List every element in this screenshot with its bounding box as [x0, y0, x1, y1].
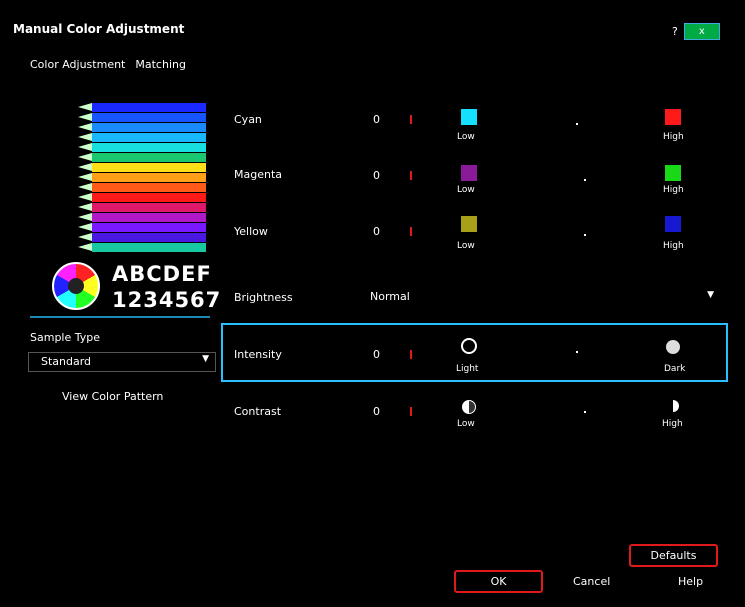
sample-preview-image [78, 101, 210, 261]
tab-color-adjustment[interactable]: Color Adjustment [30, 58, 125, 71]
magenta-label: Magenta [234, 168, 283, 181]
contrast-high-label: High [662, 419, 683, 429]
chevron-down-icon: ▼ [707, 290, 714, 300]
cyan-label: Cyan [234, 113, 262, 126]
pencil-image [78, 243, 206, 252]
cyan-slider-thumb[interactable] [576, 123, 578, 125]
pencil-image [78, 113, 206, 122]
ok-button[interactable]: OK [454, 570, 543, 593]
dark-circle-icon [666, 340, 680, 354]
brightness-label: Brightness [234, 291, 293, 304]
tab-bar: Color Adjustment Matching [30, 58, 186, 71]
pencil-image [78, 203, 206, 212]
pencil-image [78, 173, 206, 182]
color-wheel-icon [52, 262, 100, 310]
pencil-image [78, 233, 206, 242]
cyan-high-label: High [663, 132, 684, 142]
pencil-image [78, 183, 206, 192]
cancel-button[interactable]: Cancel [573, 575, 610, 588]
contrast-slider-thumb[interactable] [584, 411, 586, 413]
contrast-label: Contrast [234, 405, 282, 418]
pencil-image [78, 103, 206, 112]
yellow-slider-thumb[interactable] [584, 234, 586, 236]
intensity-slider-thumb[interactable] [576, 351, 578, 353]
cyan-low-swatch [461, 109, 477, 125]
intensity-label: Intensity [234, 348, 282, 361]
sample-type-value: Standard [41, 355, 92, 368]
cyan-high-swatch [665, 109, 681, 125]
view-color-pattern-button[interactable]: View Color Pattern [62, 390, 163, 403]
sample-text-letters: ABCDEF [112, 262, 212, 286]
sample-text-numbers: 1234567 [112, 288, 222, 312]
yellow-high-label: High [663, 241, 684, 251]
help-button[interactable]: Help [678, 575, 703, 588]
pencil-image [78, 123, 206, 132]
sample-divider [30, 316, 210, 318]
yellow-low-label: Low [457, 241, 475, 251]
yellow-label: Yellow [234, 225, 268, 238]
pencil-image [78, 143, 206, 152]
pencil-image [78, 153, 206, 162]
intensity-low-label: Light [456, 364, 479, 374]
sample-type-select[interactable]: Standard ▼ [28, 352, 216, 372]
magenta-spin-icon[interactable] [410, 171, 412, 180]
intensity-value[interactable]: 0 [373, 348, 380, 361]
cyan-spin-icon[interactable] [410, 115, 412, 124]
yellow-spin-icon[interactable] [410, 227, 412, 236]
pencil-image [78, 223, 206, 232]
magenta-low-label: Low [457, 185, 475, 195]
yellow-high-swatch [665, 216, 681, 232]
contrast-low-label: Low [457, 419, 475, 429]
contrast-value[interactable]: 0 [373, 405, 380, 418]
magenta-high-label: High [663, 185, 684, 195]
magenta-value[interactable]: 0 [373, 169, 380, 182]
brightness-select[interactable]: Normal ▼ [370, 290, 718, 306]
pencil-image [78, 193, 206, 202]
sample-type-label: Sample Type [30, 331, 101, 344]
pencil-image [78, 213, 206, 222]
magenta-low-swatch [461, 165, 477, 181]
close-icon: x [698, 26, 705, 37]
pencil-image [78, 163, 206, 172]
magenta-slider-thumb[interactable] [584, 179, 586, 181]
close-button[interactable]: x [683, 23, 720, 40]
contrast-high-icon [667, 400, 679, 412]
tab-matching[interactable]: Matching [135, 58, 186, 71]
yellow-value[interactable]: 0 [373, 225, 380, 238]
brightness-value: Normal [370, 290, 410, 303]
pencil-image [78, 133, 206, 142]
help-icon[interactable]: ? [672, 25, 678, 38]
cyan-low-label: Low [457, 132, 475, 142]
intensity-high-label: Dark [664, 364, 686, 374]
sample-text-preview: ABCDEF 1234567 [52, 262, 220, 316]
yellow-low-swatch [461, 216, 477, 232]
defaults-button[interactable]: Defaults [629, 544, 718, 567]
light-circle-icon [461, 338, 477, 354]
intensity-spin-icon[interactable] [410, 350, 412, 359]
magenta-high-swatch [665, 165, 681, 181]
title-bar-buttons: ? x [672, 23, 720, 40]
cyan-value[interactable]: 0 [373, 113, 380, 126]
contrast-low-icon [462, 400, 476, 414]
window-title: Manual Color Adjustment [13, 22, 185, 36]
chevron-down-icon: ▼ [202, 354, 209, 364]
contrast-spin-icon[interactable] [410, 407, 412, 416]
